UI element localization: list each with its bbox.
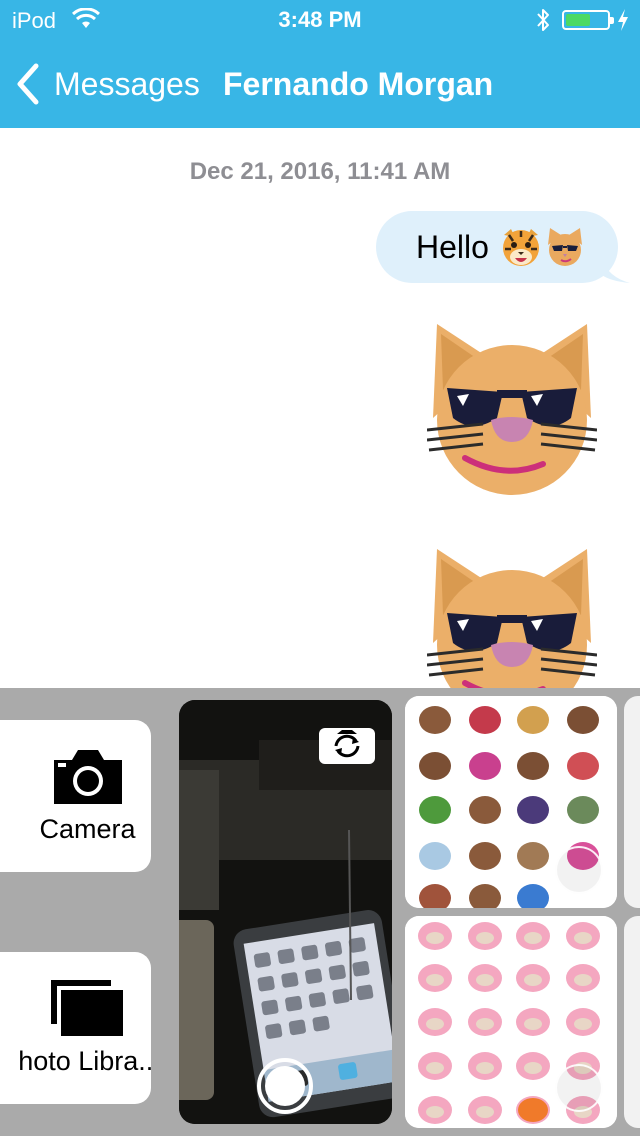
recent-photo-thumbnail[interactable] — [624, 696, 640, 908]
attachment-drawer: Camera hoto Libra... — [0, 688, 640, 1136]
camera-label: Camera — [39, 813, 136, 844]
battery-level — [566, 14, 590, 26]
recent-photo-thumbnail[interactable] — [405, 696, 617, 908]
photo-library-button[interactable]: hoto Libra... — [0, 952, 151, 1104]
cat-with-sunglasses-sticker[interactable] — [427, 320, 597, 495]
camera-icon — [53, 749, 122, 804]
flip-camera-icon — [334, 730, 360, 758]
recent-photo-thumbnail[interactable] — [405, 916, 617, 1128]
shutter-button[interactable] — [257, 1058, 313, 1114]
photo-library-label: hoto Libra... — [18, 1045, 151, 1076]
outgoing-message-bubble[interactable]: Hello — [376, 211, 630, 283]
battery-icon — [562, 10, 614, 30]
cat-with-sunglasses-icon — [547, 228, 582, 266]
tiger-face-icon — [502, 229, 539, 266]
bubble-tail — [602, 259, 630, 283]
status-bar: iPod 3:48 PM — [0, 0, 640, 40]
photo-library-icon — [50, 979, 123, 1036]
recent-photo-thumbnail[interactable] — [624, 916, 640, 1128]
charging-bolt-icon — [618, 9, 628, 31]
selection-circle[interactable] — [555, 1064, 603, 1112]
navigation-bar: Messages Fernando Morgan — [0, 40, 640, 128]
selection-circle[interactable] — [555, 846, 603, 894]
camera-preview[interactable] — [179, 700, 392, 1124]
message-text: Hello — [416, 228, 489, 265]
camera-button[interactable]: Camera — [0, 720, 151, 872]
bluetooth-icon — [537, 9, 549, 31]
back-label: Messages — [54, 65, 200, 102]
flip-camera-button[interactable] — [319, 728, 375, 764]
top-bar: iPod 3:48 PM Messages Fernando Morgan — [0, 0, 640, 128]
chevron-left-icon — [17, 63, 39, 105]
message-timestamp: Dec 21, 2016, 11:41 AM — [189, 158, 451, 185]
back-button[interactable]: Messages — [14, 62, 200, 106]
conversation-title: Fernando Morgan — [223, 66, 494, 102]
